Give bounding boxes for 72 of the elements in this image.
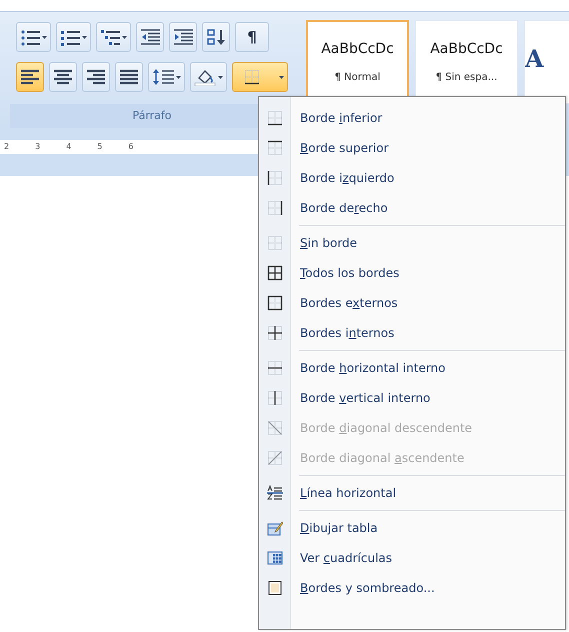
caret-icon [122,36,127,38]
style-sample: A [525,43,544,75]
menu-item[interactable]: Bordes y sombreado... [259,573,565,603]
caret-icon [218,76,223,78]
menu-item[interactable]: Sin borde [259,228,565,258]
pencil-table-icon [267,520,283,536]
caret-icon [42,36,47,38]
grid-table-icon [267,550,283,566]
align-left-button[interactable] [16,62,44,92]
ruler-number: 4 [66,141,72,153]
numbering-button[interactable] [56,22,91,52]
menu-item[interactable]: Línea horizontal [259,478,565,508]
multilevel-list-icon [100,28,120,46]
menu-item[interactable]: Ver cuadrículas [259,543,565,573]
border-bottom-icon [244,69,260,85]
align-center-icon [53,68,73,86]
outside-borders-icon [267,295,283,311]
align-right-button[interactable] [82,62,110,92]
menu-item[interactable]: Borde horizontal interno [259,353,565,383]
style-name: ¶ Normal [334,71,380,85]
no-border-icon [267,235,283,251]
ruler-number: 2 [4,141,10,153]
caret-icon [279,76,284,78]
indent-button[interactable] [169,22,197,52]
sort-icon [206,28,226,46]
page-border-icon [267,580,283,596]
inside-borders-icon [267,325,283,341]
diagonal-up-border-icon [267,450,283,466]
justify-icon [119,68,139,86]
menu-item[interactable]: Borde derecho [259,193,565,223]
style-sample: AaBbCcDc [430,40,503,59]
inside-horizontal-border-icon [267,360,283,376]
show-formatting-button[interactable]: ¶ [235,22,269,52]
align-right-icon [86,68,106,86]
menu-item[interactable]: Borde vertical interno [259,383,565,413]
border-top-icon [267,140,283,156]
align-left-icon [20,68,40,86]
shading-button[interactable] [190,62,227,92]
style-name: ¶ Sin espa... [436,71,498,85]
decrease-indent-icon [140,28,160,46]
outdent-button[interactable] [136,22,164,52]
align-center-button[interactable] [49,62,77,92]
menu-item[interactable]: Borde superior [259,133,565,163]
menu-item[interactable]: Todos los bordes [259,258,565,288]
increase-indent-icon [173,28,193,46]
multilevel-button[interactable] [96,22,131,52]
bullet-list-icon [20,28,40,46]
diagonal-down-border-icon [267,420,283,436]
justify-button[interactable] [115,62,143,92]
border-right-icon [267,200,283,216]
line-spacing-icon [152,68,174,86]
menu-item[interactable]: Borde izquierdo [259,163,565,193]
style-sample: AaBbCcDc [321,40,394,59]
menu-item[interactable]: Bordes externos [259,288,565,318]
border-bottom-icon [267,110,283,126]
style-gallery-item[interactable]: A [524,20,569,104]
inside-vertical-border-icon [267,390,283,406]
spacing-button[interactable] [148,62,185,92]
horizontal-line-icon [267,485,283,501]
border-left-icon [267,170,283,186]
ruler-number: 6 [128,141,134,153]
menu-item[interactable]: Bordes internos [259,318,565,348]
all-borders-icon [267,265,283,281]
paint-bucket-icon [194,68,216,86]
bullets-button[interactable] [16,22,51,52]
caret-icon [176,76,181,78]
ruler-number: 5 [97,141,102,153]
sort-button[interactable] [202,22,230,52]
ruler-number: 3 [35,141,40,153]
numbered-list-icon [60,28,80,46]
menu-item[interactable]: Dibujar tabla [259,513,565,543]
caret-icon [82,36,87,38]
